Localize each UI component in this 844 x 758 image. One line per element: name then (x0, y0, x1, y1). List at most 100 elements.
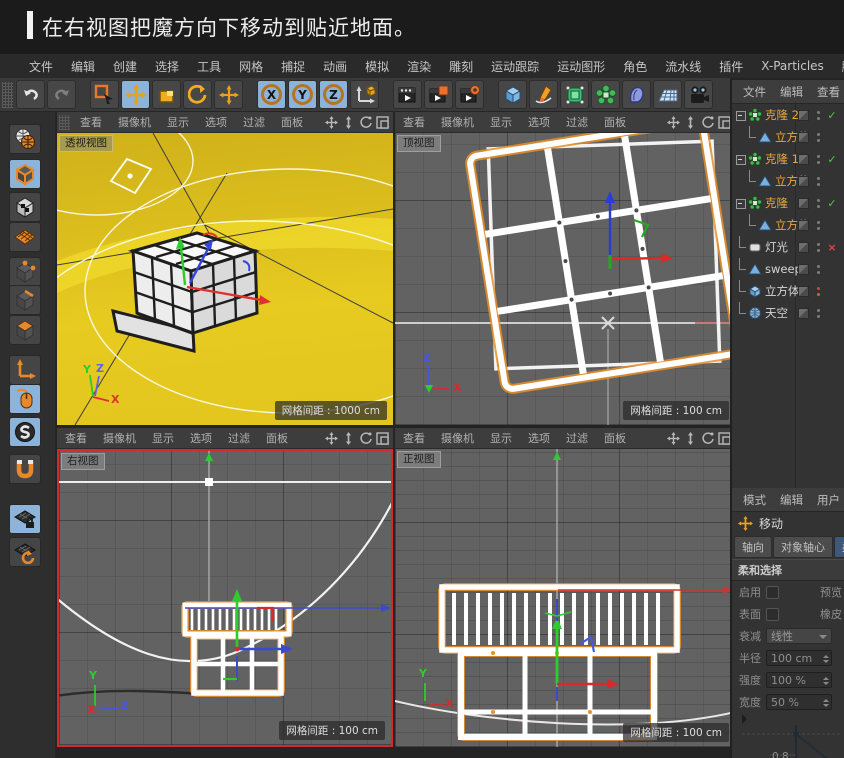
lock-z-axis-button[interactable]: Z (319, 80, 348, 109)
enable-dots[interactable] (813, 287, 823, 296)
layer-chip[interactable] (798, 154, 809, 165)
layer-chip[interactable] (798, 176, 809, 187)
right-canvas[interactable]: Y X Z 右视图 网格间距 : 100 cm (57, 449, 393, 747)
live-selection-button[interactable] (90, 80, 119, 109)
viewport-menu-panel[interactable]: 面板 (273, 114, 311, 130)
mograph-cloner-button[interactable] (591, 80, 620, 109)
enable-snap-button[interactable] (9, 417, 41, 447)
orbit-view-icon[interactable] (359, 116, 372, 129)
menu-animate[interactable]: 动画 (314, 58, 356, 75)
viewport-navigation-button[interactable] (9, 384, 41, 414)
workplane-mode-button[interactable] (9, 222, 41, 252)
undo-button[interactable] (16, 80, 45, 109)
tree-row-cloner2[interactable]: 克隆 2 ✓ (732, 104, 844, 126)
enable-dots[interactable] (813, 199, 823, 208)
menu-script[interactable]: 脚本 (833, 58, 844, 75)
visibility-check-icon[interactable]: ✓ (825, 153, 839, 166)
viewport-menu-display[interactable]: 显示 (159, 114, 197, 130)
menu-motion-tracker[interactable]: 运动跟踪 (482, 58, 548, 75)
tab-axis[interactable]: 轴向 (734, 536, 772, 558)
viewport-menu-view[interactable]: 查看 (72, 114, 110, 130)
scale-tool-button[interactable] (152, 80, 181, 109)
viewport-grip[interactable] (59, 115, 70, 130)
viewport-menu-camera[interactable]: 摄像机 (433, 114, 482, 130)
viewport-menu-options[interactable]: 选项 (520, 430, 558, 446)
am-menu-mode[interactable]: 模式 (736, 492, 773, 508)
enable-dots[interactable] (813, 177, 823, 186)
collapse-toggle-icon[interactable] (734, 104, 746, 126)
menu-xparticles[interactable]: X-Particles (752, 59, 833, 73)
enable-dots[interactable] (813, 221, 823, 230)
dolly-view-icon[interactable] (342, 116, 355, 129)
layer-chip[interactable] (798, 198, 809, 209)
tree-row-cloner[interactable]: 克隆 ✓ (732, 192, 844, 214)
width-input[interactable]: 50 % (766, 694, 832, 710)
tree-row-cloner1[interactable]: 克隆 1 ✓ (732, 148, 844, 170)
menu-select[interactable]: 选择 (146, 58, 188, 75)
viewport-menu-panel[interactable]: 面板 (258, 430, 296, 446)
model-mode-button[interactable] (9, 159, 41, 189)
tree-row-cube-child[interactable]: 立方体 (732, 214, 844, 236)
tree-row-cube-child[interactable]: 立方体 (732, 170, 844, 192)
top-canvas[interactable]: Z X 顶视图 网格间距 : 100 cm (395, 133, 735, 425)
menu-sculpt[interactable]: 雕刻 (440, 58, 482, 75)
menu-create[interactable]: 创建 (104, 58, 146, 75)
render-view-button[interactable] (393, 80, 422, 109)
dolly-view-icon[interactable] (684, 432, 697, 445)
tree-row-sweep1[interactable]: sweep1 (732, 258, 844, 280)
redo-button[interactable] (47, 80, 76, 109)
lock-workplane-button[interactable] (9, 504, 41, 534)
om-menu-file[interactable]: 文件 (736, 84, 773, 100)
falloff-dropdown[interactable]: 线性 (766, 628, 832, 644)
viewport-menu-display[interactable]: 显示 (482, 430, 520, 446)
orbit-view-icon[interactable] (701, 116, 714, 129)
last-tool-button[interactable] (214, 80, 243, 109)
make-editable-button[interactable] (9, 124, 41, 154)
menu-mesh[interactable]: 网格 (230, 58, 272, 75)
layer-chip[interactable] (798, 220, 809, 231)
visibility-check-icon[interactable]: ✓ (825, 109, 839, 122)
magnet-snap-button[interactable] (9, 454, 41, 484)
am-menu-user[interactable]: 用户 (810, 492, 844, 508)
viewport-menu-camera[interactable]: 摄像机 (95, 430, 144, 446)
points-mode-button[interactable] (9, 257, 41, 287)
maximize-view-icon[interactable] (376, 116, 389, 129)
viewport-menu-camera[interactable]: 摄像机 (433, 430, 482, 446)
rotate-workplane-button[interactable] (9, 537, 41, 567)
coordinate-system-button[interactable] (350, 80, 379, 109)
enable-dots[interactable] (813, 155, 823, 164)
render-settings-button[interactable] (424, 80, 453, 109)
viewport-menu-camera[interactable]: 摄像机 (110, 114, 159, 130)
front-canvas[interactable]: Y X 正视图 网格间距 : 100 cm (395, 449, 735, 747)
render-queue-button[interactable] (455, 80, 484, 109)
menu-edit[interactable]: 编辑 (62, 58, 104, 75)
viewport-menu-filter[interactable]: 过滤 (558, 430, 596, 446)
viewport-menu-filter[interactable]: 过滤 (235, 114, 273, 130)
enable-dots[interactable] (813, 111, 823, 120)
camera-button[interactable] (684, 80, 713, 109)
move-tool-button[interactable] (121, 80, 150, 109)
radius-input[interactable]: 100 cm (766, 650, 832, 666)
draw-spline-button[interactable] (529, 80, 558, 109)
menu-render[interactable]: 渲染 (398, 58, 440, 75)
enable-dots[interactable] (813, 133, 823, 142)
orbit-view-icon[interactable] (701, 432, 714, 445)
spinner-arrows[interactable] (823, 696, 829, 710)
surface-checkbox[interactable] (766, 608, 779, 621)
menu-tools[interactable]: 工具 (188, 58, 230, 75)
pan-view-icon[interactable] (325, 116, 338, 129)
maximize-view-icon[interactable] (376, 432, 389, 445)
toolbar-grip[interactable] (2, 82, 13, 108)
menu-pipeline[interactable]: 流水线 (656, 58, 710, 75)
dolly-view-icon[interactable] (342, 432, 355, 445)
tab-soft-selection[interactable]: 柔和选择 (834, 536, 844, 558)
spinner-arrows[interactable] (823, 652, 829, 666)
tree-row-cube[interactable]: 立方体 (732, 280, 844, 302)
tree-row-sky[interactable]: 天空 (732, 302, 844, 324)
pan-view-icon[interactable] (667, 432, 680, 445)
tree-row-light[interactable]: 灯光 × (732, 236, 844, 258)
menu-simulate[interactable]: 模拟 (356, 58, 398, 75)
enable-dots[interactable] (813, 309, 823, 318)
orbit-view-icon[interactable] (359, 432, 372, 445)
layer-chip[interactable] (798, 110, 809, 121)
